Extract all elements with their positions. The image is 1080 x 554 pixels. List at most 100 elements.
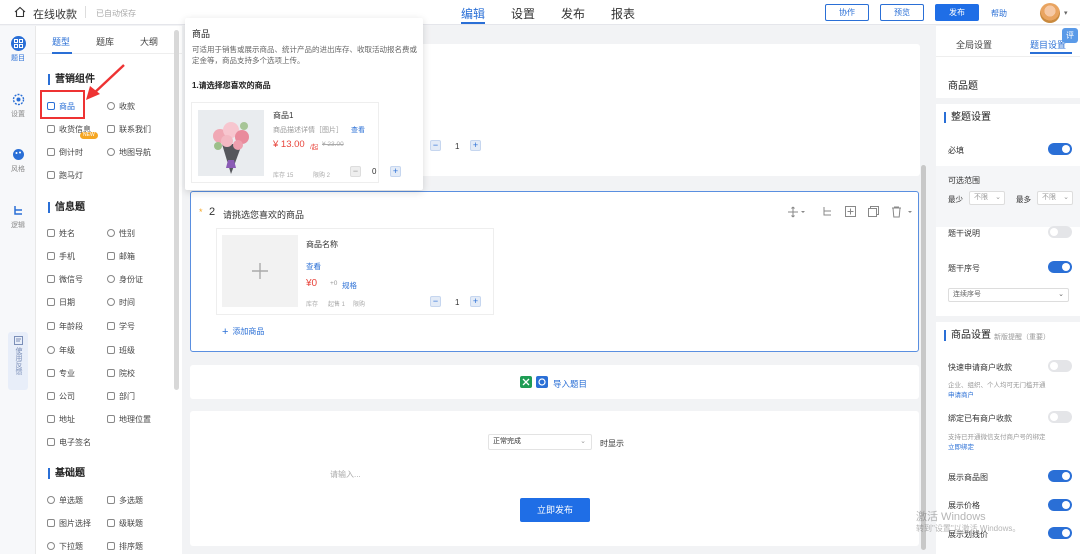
- collab-button[interactable]: 协作: [825, 4, 869, 21]
- component-student-id[interactable]: 学号: [107, 321, 135, 332]
- dropdown-icon: [47, 542, 55, 550]
- left-rail: 题目 设置 风格 逻辑 使用反馈: [0, 26, 36, 554]
- nav-publish[interactable]: 发布: [561, 5, 585, 22]
- publish-button[interactable]: 发布: [935, 4, 979, 21]
- import-label[interactable]: 导入题目: [553, 378, 587, 390]
- move-icon[interactable]: [787, 206, 805, 218]
- component-contact[interactable]: 联系我们: [107, 124, 151, 135]
- component-cascade[interactable]: 级联题: [107, 518, 143, 529]
- show-price-toggle[interactable]: [1048, 499, 1072, 511]
- seq-toggle[interactable]: [1048, 261, 1072, 273]
- component-class[interactable]: 班级: [107, 345, 135, 356]
- component-phone[interactable]: 手机: [47, 251, 75, 262]
- bind-now-link[interactable]: 立即绑定: [948, 443, 1066, 452]
- show-strike-toggle[interactable]: [1048, 527, 1072, 539]
- component-signature[interactable]: 电子签名: [47, 437, 91, 448]
- help-link[interactable]: 帮助: [991, 8, 1007, 19]
- bind-toggle[interactable]: [1048, 411, 1072, 423]
- rail-item-logic[interactable]: 逻辑: [0, 203, 36, 230]
- min-select[interactable]: 不限 ⌄: [969, 191, 1005, 205]
- add-product-button[interactable]: + 添加商品: [222, 326, 264, 338]
- plus-button[interactable]: +: [470, 140, 481, 151]
- tab-types[interactable]: 题型: [52, 35, 70, 48]
- add-product-label: 添加商品: [232, 327, 265, 336]
- nav-report[interactable]: 报表: [611, 5, 635, 22]
- component-address[interactable]: 地址: [47, 414, 75, 425]
- plus-button[interactable]: +: [470, 296, 481, 307]
- comment-fab[interactable]: 评: [1062, 28, 1078, 43]
- palette-scrollbar[interactable]: [174, 30, 179, 390]
- component-email[interactable]: 邮箱: [107, 251, 135, 262]
- avatar[interactable]: [1040, 3, 1060, 23]
- component-name[interactable]: 姓名: [47, 228, 75, 239]
- product-name[interactable]: 商品名称: [306, 239, 338, 250]
- quick-apply-toggle[interactable]: [1048, 360, 1072, 372]
- name-icon: [47, 229, 55, 237]
- max-select[interactable]: 不限 ⌄: [1037, 191, 1073, 205]
- chevron-down-icon: ⌄: [580, 438, 586, 445]
- component-gender[interactable]: 性别: [107, 228, 135, 239]
- rail-item-settings[interactable]: 设置: [0, 92, 36, 119]
- required-toggle[interactable]: [1048, 143, 1072, 155]
- component-company[interactable]: 公司: [47, 391, 75, 402]
- school-icon: [107, 369, 115, 377]
- component-major[interactable]: 专业: [47, 368, 75, 379]
- apply-merchant-link[interactable]: 申请商户: [948, 391, 1066, 400]
- product-image-placeholder[interactable]: [222, 235, 298, 307]
- copy-icon[interactable]: [868, 206, 879, 217]
- component-grade[interactable]: 年级: [47, 345, 75, 356]
- chevron-down-icon[interactable]: ▾: [1064, 9, 1068, 17]
- component-time[interactable]: 时间: [107, 297, 135, 308]
- component-school[interactable]: 院校: [107, 368, 135, 379]
- component-single-choice[interactable]: 单选题: [47, 495, 83, 506]
- component-date[interactable]: 日期: [47, 297, 75, 308]
- nav-settings[interactable]: 设置: [511, 5, 535, 22]
- goods-tip[interactable]: 新版提醒（重要）: [994, 332, 1050, 342]
- seq-select[interactable]: 连续序号 ⌄: [948, 288, 1069, 302]
- component-sort[interactable]: 排序题: [107, 541, 143, 552]
- rail-item-style[interactable]: 风格: [0, 147, 36, 174]
- component-countdown[interactable]: 倒计时: [47, 147, 83, 158]
- rail-item-questions[interactable]: 题目: [0, 36, 36, 63]
- view-link[interactable]: 查看: [306, 261, 321, 272]
- component-marquee[interactable]: 跑马灯: [47, 170, 83, 181]
- add-icon[interactable]: [845, 206, 856, 217]
- preview-button[interactable]: 预览: [880, 4, 924, 21]
- component-wechat[interactable]: 微信号: [47, 274, 83, 285]
- stock-label: 库存: [306, 302, 319, 308]
- tab-global-settings[interactable]: 全局设置: [956, 38, 992, 51]
- question-title[interactable]: 请挑选您喜欢的商品: [223, 208, 304, 221]
- publish-now-button[interactable]: 立即发布: [520, 498, 590, 522]
- tab-question-settings[interactable]: 题目设置: [1030, 38, 1066, 51]
- status-select[interactable]: 正常完成 ⌄: [488, 434, 592, 450]
- trash-icon[interactable]: [891, 206, 913, 218]
- component-department[interactable]: 部门: [107, 391, 135, 402]
- component-dropdown[interactable]: 下拉题: [47, 541, 83, 552]
- logic-icon[interactable]: [821, 206, 832, 217]
- desc-toggle[interactable]: [1048, 226, 1072, 238]
- show-image-toggle[interactable]: [1048, 470, 1072, 482]
- home-icon[interactable]: [14, 6, 26, 18]
- feedback-button[interactable]: 使用反馈: [8, 332, 28, 390]
- component-image-choice[interactable]: 图片选择: [47, 518, 91, 529]
- box-icon: [47, 125, 55, 133]
- tab-outline[interactable]: 大纲: [140, 35, 158, 48]
- component-multi-choice[interactable]: 多选题: [107, 495, 143, 506]
- building-icon: [47, 392, 55, 400]
- component-label: 下拉题: [59, 542, 83, 551]
- component-id-card[interactable]: 身份证: [107, 274, 143, 285]
- component-location[interactable]: 地理位置: [107, 414, 151, 425]
- mail-icon: [107, 252, 115, 260]
- component-age[interactable]: 年龄段: [47, 321, 83, 332]
- student-icon: [107, 322, 115, 330]
- minus-button[interactable]: −: [430, 296, 441, 307]
- end-text-input[interactable]: 请输入...: [330, 469, 361, 480]
- component-payment[interactable]: 收款: [107, 101, 135, 112]
- component-map-nav[interactable]: 地图导航: [107, 147, 151, 158]
- tab-library[interactable]: 题库: [96, 35, 114, 48]
- arrow-annotation: [86, 64, 125, 100]
- spec-link[interactable]: 规格: [342, 280, 357, 291]
- nav-edit[interactable]: 编辑: [461, 5, 485, 22]
- minus-button[interactable]: −: [430, 140, 441, 151]
- canvas-scrollbar[interactable]: [921, 165, 926, 550]
